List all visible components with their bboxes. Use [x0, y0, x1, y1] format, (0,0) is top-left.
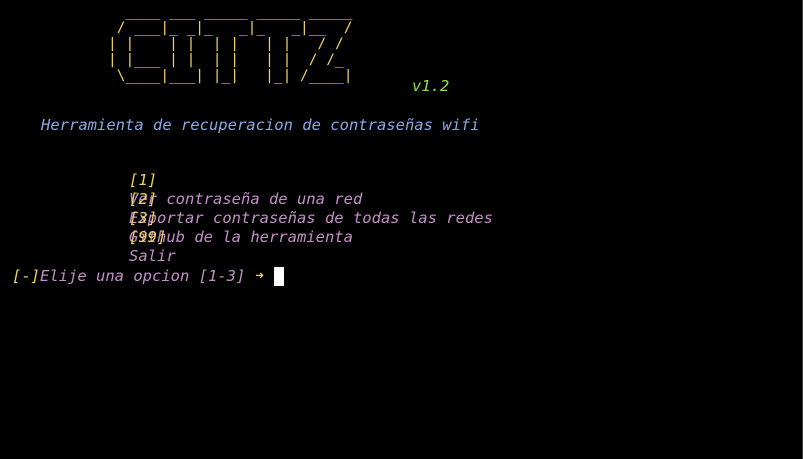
- menu-key: [1]: [129, 171, 157, 189]
- menu-item-view-password: [1] Ver contraseña de una red: [73, 152, 493, 208]
- text-cursor[interactable]: [273, 266, 284, 286]
- tool-subtitle: Herramienta de recuperacion de contraseñ…: [41, 116, 480, 134]
- version-label: v1.2: [412, 77, 450, 95]
- prompt-marker: [-]: [12, 267, 40, 285]
- menu-label: Ver contraseña de una red: [129, 190, 363, 208]
- options-menu: [1] Ver contraseña de una red [2] Export…: [73, 152, 493, 265]
- menu-key: [99]: [129, 228, 167, 246]
- arrow-right-icon: ➜: [255, 268, 264, 284]
- terminal-window[interactable]: ____ ___ _____ _____ _____ / ___|_ _|_ _…: [0, 0, 803, 459]
- menu-label: Salir: [129, 247, 176, 265]
- prompt-text: Elije una opcion [1-3]: [40, 267, 246, 285]
- option-prompt[interactable]: [-] Elije una opcion [1-3] ➜: [12, 266, 284, 286]
- menu-key: [2]: [129, 190, 157, 208]
- menu-label: Exportar contraseñas de todas las redes: [129, 209, 493, 227]
- menu-key: [3]: [129, 209, 157, 227]
- ascii-logo-banner: ____ ___ _____ _____ _____ / ___|_ _|_ _…: [108, 4, 353, 84]
